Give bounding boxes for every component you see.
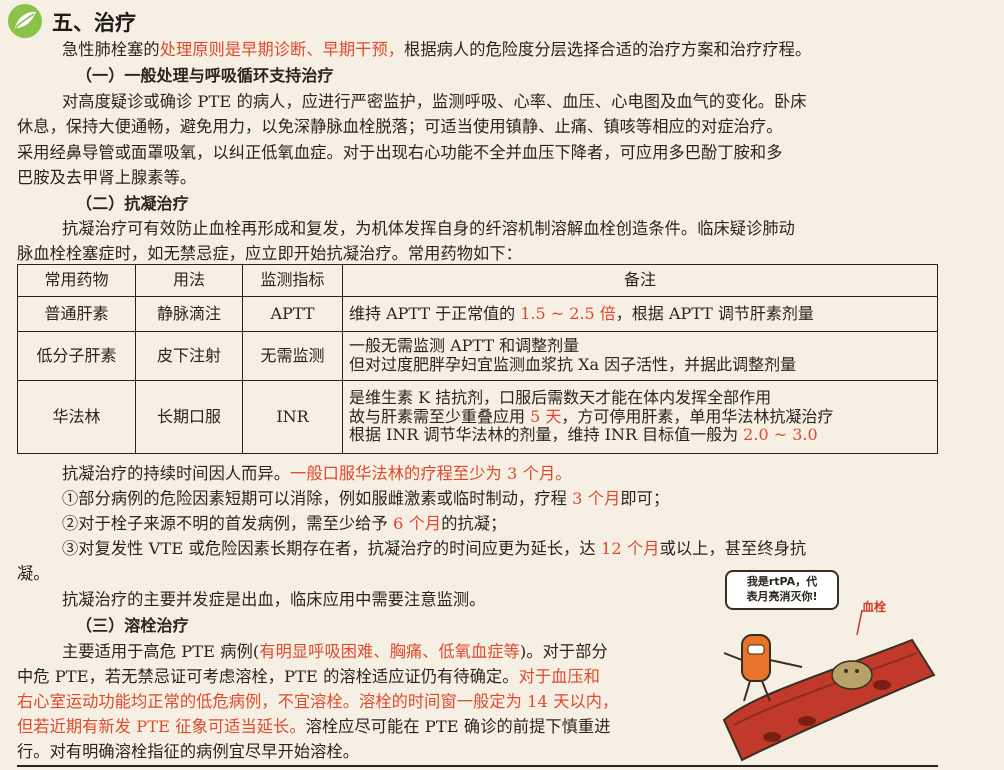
duration-item-cont: 凝。 bbox=[17, 564, 50, 583]
note-cell: 是维生素 K 拮抗剂，口服后需数天才能在体内发挥全部作用 故与肝素需至少重叠应用… bbox=[342, 380, 938, 454]
speech-bubble: 我是rtPA，代 表月亮消灭你! bbox=[725, 570, 839, 610]
thrombolysis-line: 右心室运动功能均正常的低危病例，不宜溶栓。溶栓的时间窗一般定为 14 天以内， bbox=[17, 692, 619, 711]
subsection-heading-anticoagulation: （二）抗凝治疗 bbox=[76, 194, 189, 213]
note-cell: 一般无需监测 APTT 和调整剂量 但对过度肥胖孕妇宜监测血浆抗 Xa 因子活性，… bbox=[342, 331, 938, 381]
thrombolysis-line: 主要适用于高危 PTE 病例(有明显呼吸困难、胸痛、低氧血症等)。对于部分 bbox=[62, 642, 608, 661]
principle-highlight: 处理原则是早期诊断、早期干预， bbox=[159, 40, 405, 59]
bleeding-line: 抗凝治疗的主要并发症是出血，临床应用中需要注意监测。 bbox=[62, 590, 486, 609]
header-monitor: 监测指标 bbox=[242, 264, 343, 297]
table-row: 普通肝素 静脉滴注 APTT 维持 APTT 于正常值的 1.5 ~ 2.5 倍… bbox=[17, 296, 938, 332]
drug-cell: 普通肝素 bbox=[17, 296, 136, 332]
table-header-row: 常用药物 用法 监测指标 备注 bbox=[17, 264, 938, 297]
thrombolysis-line: 行。对有明确溶栓指征的病例宜尽早开始溶栓。 bbox=[17, 742, 360, 761]
monitor-cell: INR bbox=[242, 380, 343, 454]
thrombolysis-line: 但若近期有新发 PTE 征象可适当延长。溶栓应尽可能在 PTE 确诊的前提下慎重… bbox=[17, 717, 611, 736]
bottom-rule bbox=[17, 765, 938, 767]
usage-cell: 皮下注射 bbox=[135, 331, 243, 381]
general-text-line: 采用经鼻导管或面罩吸氧，以纠正低氧血症。对于出现右心功能不全并血压下降者，可应用… bbox=[17, 143, 783, 162]
header-usage: 用法 bbox=[135, 264, 243, 297]
table-row: 华法林 长期口服 INR 是维生素 K 拮抗剂，口服后需数天才能在体内发挥全部作… bbox=[17, 380, 938, 454]
general-text-line: 巴胺及去甲肾上腺素等。 bbox=[17, 168, 197, 187]
table-row: 低分子肝素 皮下注射 无需监测 一般无需监测 APTT 和调整剂量 但对过度肥胖孕… bbox=[17, 331, 938, 381]
subsection-heading-thrombolysis: （三）溶栓治疗 bbox=[76, 616, 189, 635]
leaf-logo-icon bbox=[8, 4, 42, 38]
drug-cell: 低分子肝素 bbox=[17, 331, 136, 381]
rtpa-vessel-illustration bbox=[722, 609, 936, 762]
anticoag-text-line: 抗凝治疗可有效防止血栓再形成和复发，为机体发挥自身的纤溶机制溶解血栓创造条件。临… bbox=[62, 219, 795, 238]
general-text-line: 对高度疑诊或确诊 PTE 的病人，应进行严密监护，监测呼吸、心率、血压、心电图及… bbox=[62, 92, 807, 111]
monitor-cell: 无需监测 bbox=[242, 331, 343, 381]
anticoag-text-line: 脉血栓栓塞症时，如无禁忌症，应立即开始抗凝治疗。常用药物如下： bbox=[17, 244, 522, 263]
duration-line: 抗凝治疗的持续时间因人而异。一般口服华法林的疗程至少为 3 个月。 bbox=[62, 464, 572, 483]
usage-cell: 长期口服 bbox=[135, 380, 243, 454]
subsection-heading-general: （一）一般处理与呼吸循环支持治疗 bbox=[76, 66, 334, 85]
monitor-cell: APTT bbox=[242, 296, 343, 332]
header-note: 备注 bbox=[342, 264, 938, 297]
medication-table: 常用药物 用法 监测指标 备注 普通肝素 静脉滴注 APTT 维持 APTT 于… bbox=[17, 264, 938, 454]
intro-paragraph: 急性肺栓塞的处理原则是早期诊断、早期干预，根据病人的危险度分层选择合适的治疗方案… bbox=[62, 40, 812, 59]
section-title: 五、治疗 bbox=[52, 11, 136, 35]
thrombolysis-line: 中危 PTE，若无禁忌证可考虑溶栓，PTE 的溶栓适应证仍有待确定。对于血压和 bbox=[17, 667, 601, 686]
usage-cell: 静脉滴注 bbox=[135, 296, 243, 332]
duration-item: ③对复发性 VTE 或危险因素长期存在者，抗凝治疗的时间应更为延长，达 12 个… bbox=[62, 539, 807, 558]
duration-item: ②对于栓子来源不明的首发病例，需至少给予 6 个月的抗凝； bbox=[62, 514, 507, 533]
note-cell: 维持 APTT 于正常值的 1.5 ~ 2.5 倍，根据 APTT 调节肝素剂量 bbox=[342, 296, 938, 332]
duration-item: ①部分病例的危险因素短期可以消除，例如服雌激素或临时制动，疗程 3 个月即可； bbox=[62, 489, 670, 508]
header-drug: 常用药物 bbox=[17, 264, 136, 297]
general-text-line: 休息，保持大便通畅，避免用力，以免深静脉血栓脱落；可适当使用镇静、止痛、镇咳等相… bbox=[17, 117, 783, 136]
drug-cell: 华法林 bbox=[17, 380, 136, 454]
